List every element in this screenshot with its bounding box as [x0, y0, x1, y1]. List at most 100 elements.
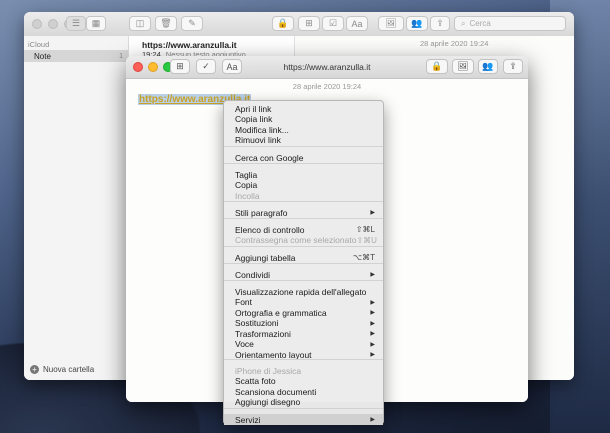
menu-item[interactable]: Trasformazioni ▶: [224, 328, 383, 339]
submenu-arrow-icon: ▶: [370, 331, 375, 337]
photo-icon: 🖼: [457, 61, 469, 71]
menu-separator: [224, 246, 383, 247]
delete-button[interactable]: 🗑: [155, 16, 177, 31]
menu-item[interactable]: Servizi ▶: [224, 414, 383, 425]
menu-item[interactable]: Ortografia e grammatica ▶: [224, 307, 383, 318]
menu-separator: [224, 408, 383, 409]
menu-item[interactable]: Condividi ▶: [224, 269, 383, 280]
lock-button[interactable]: 🔒: [426, 59, 448, 74]
context-menu: Apri il link Copia link Modifica link... Ri…: [223, 100, 384, 425]
back-editor-date: 28 aprile 2020 19:24: [420, 39, 489, 48]
close-button[interactable]: [32, 19, 42, 29]
menu-item-label: Sostituzioni: [235, 318, 279, 328]
gallery-view-button[interactable]: ▦: [86, 16, 106, 31]
sidebar-toggle-button[interactable]: ◫: [129, 16, 151, 31]
lock-icon: 🔒: [277, 18, 289, 28]
list-view-button[interactable]: ☰: [66, 16, 86, 31]
menu-item[interactable]: Taglia: [224, 169, 383, 180]
menu-item[interactable]: Aggiungi tabella ⌥⌘T: [224, 252, 383, 263]
grid-icon: ▦: [91, 18, 101, 28]
menu-item-label: Contrassegna come selezionato: [235, 235, 357, 245]
front-toolbar: ⊞ ✓ Aa https://www.aranzulla.it 🔒 🖼 👥 ⇪: [126, 56, 528, 79]
share-icon: ⇪: [509, 61, 517, 71]
share-button[interactable]: ⇪: [430, 16, 450, 31]
checklist-icon: ☑: [328, 18, 338, 28]
trash-icon: 🗑: [160, 18, 172, 28]
people-icon: 👥: [482, 61, 494, 71]
menu-item-label: Incolla: [235, 190, 260, 201]
new-folder-button[interactable]: + Nuova cartella: [30, 365, 94, 374]
menu-item[interactable]: Font ▶: [224, 297, 383, 308]
menu-item[interactable]: Modifica link...: [224, 124, 383, 135]
menu-item-label: Servizi: [235, 414, 261, 425]
lock-button[interactable]: 🔒: [272, 16, 294, 31]
share-icon: ⇪: [436, 18, 444, 28]
submenu-arrow-icon: ▶: [370, 310, 375, 316]
menu-item[interactable]: Copia: [224, 180, 383, 191]
menu-separator: [224, 359, 383, 360]
menu-item[interactable]: Aggiungi disegno: [224, 397, 383, 408]
menu-item[interactable]: Sostituzioni ▶: [224, 318, 383, 329]
menu-separator: [224, 263, 383, 264]
sidebar-header: iCloud: [28, 40, 50, 49]
checklist-button[interactable]: ☑: [322, 16, 344, 31]
font-format-icon: Aa: [351, 18, 363, 29]
menu-item-label: Elenco di controllo: [235, 224, 305, 235]
menu-separator: [224, 280, 383, 281]
table-button[interactable]: ⊞: [298, 16, 320, 31]
submenu-arrow-icon: ▶: [370, 210, 375, 216]
menu-item-shortcut: ⌥⌘T: [352, 253, 375, 262]
menu-item-label: Cerca con Google: [235, 152, 304, 163]
menu-item-label: Apri il link: [235, 103, 272, 114]
menu-item[interactable]: Scatta foto: [224, 376, 383, 387]
menu-item-label: Taglia: [235, 169, 258, 180]
front-editor-date: 28 aprile 2020 19:24: [292, 82, 362, 91]
menu-item-label: Visualizzazione rapida dell'allegato: [235, 286, 367, 297]
menu-separator: [224, 218, 383, 219]
lock-icon: 🔒: [431, 61, 443, 71]
menu-item-label: Scansiona documenti: [235, 386, 317, 397]
menu-item[interactable]: Cerca con Google: [224, 152, 383, 163]
menu-item-label: Stili paragrafo: [235, 207, 288, 218]
sidebar-item-note[interactable]: Note 1: [24, 50, 128, 62]
media-button[interactable]: 🖼: [378, 16, 404, 31]
note-title[interactable]: https://www.aranzulla.it: [142, 40, 237, 50]
menu-item: iPhone di Jessica: [224, 365, 383, 376]
collaborate-button[interactable]: 👥: [478, 59, 498, 74]
menu-item-label: iPhone di Jessica: [235, 365, 302, 376]
menu-item[interactable]: Stili paragrafo ▶: [224, 207, 383, 218]
submenu-arrow-icon: ▶: [370, 272, 375, 278]
search-input[interactable]: ⌕ Cerca: [454, 16, 566, 31]
submenu-arrow-icon: ▶: [370, 299, 375, 306]
menu-item[interactable]: Rimuovi link: [224, 135, 383, 146]
menu-separator: [224, 163, 383, 164]
minimize-button[interactable]: [48, 19, 58, 29]
menu-item[interactable]: Copia link: [224, 114, 383, 125]
share-button[interactable]: ⇪: [503, 59, 523, 74]
search-icon: ⌕: [461, 18, 466, 28]
media-button[interactable]: 🖼: [452, 59, 474, 74]
menu-item-label: Aggiungi disegno: [235, 397, 301, 407]
menu-item-label: Rimuovi link: [235, 135, 281, 145]
menu-item[interactable]: Voce ▶: [224, 339, 383, 350]
photo-icon: 🖼: [385, 18, 397, 28]
sidebar-icon: ◫: [135, 18, 145, 28]
sidebar-item-label: Note: [34, 51, 51, 61]
format-button[interactable]: Aa: [346, 16, 368, 31]
plus-icon: +: [30, 365, 39, 374]
new-note-button[interactable]: ✎: [181, 16, 203, 31]
menu-item-label: Voce: [235, 339, 254, 349]
menu-item[interactable]: Visualizzazione rapida dell'allegato: [224, 286, 383, 297]
people-icon: 👥: [411, 18, 423, 28]
menu-item[interactable]: Elenco di controllo ⇧⌘L: [224, 224, 383, 235]
menu-item-label: Modifica link...: [235, 124, 289, 135]
menu-item: Contrassegna come selezionato ⇧⌘U: [224, 235, 383, 246]
menu-item-label: Trasformazioni: [235, 328, 291, 339]
collaborate-button[interactable]: 👥: [406, 16, 428, 31]
search-placeholder: Cerca: [469, 19, 491, 28]
sidebar-item-count: 1: [119, 52, 123, 60]
menu-item[interactable]: Apri il link: [224, 103, 383, 114]
menu-item-label: Scatta foto: [235, 376, 276, 386]
menu-item[interactable]: Scansiona documenti: [224, 386, 383, 397]
compose-icon: ✎: [188, 18, 196, 28]
